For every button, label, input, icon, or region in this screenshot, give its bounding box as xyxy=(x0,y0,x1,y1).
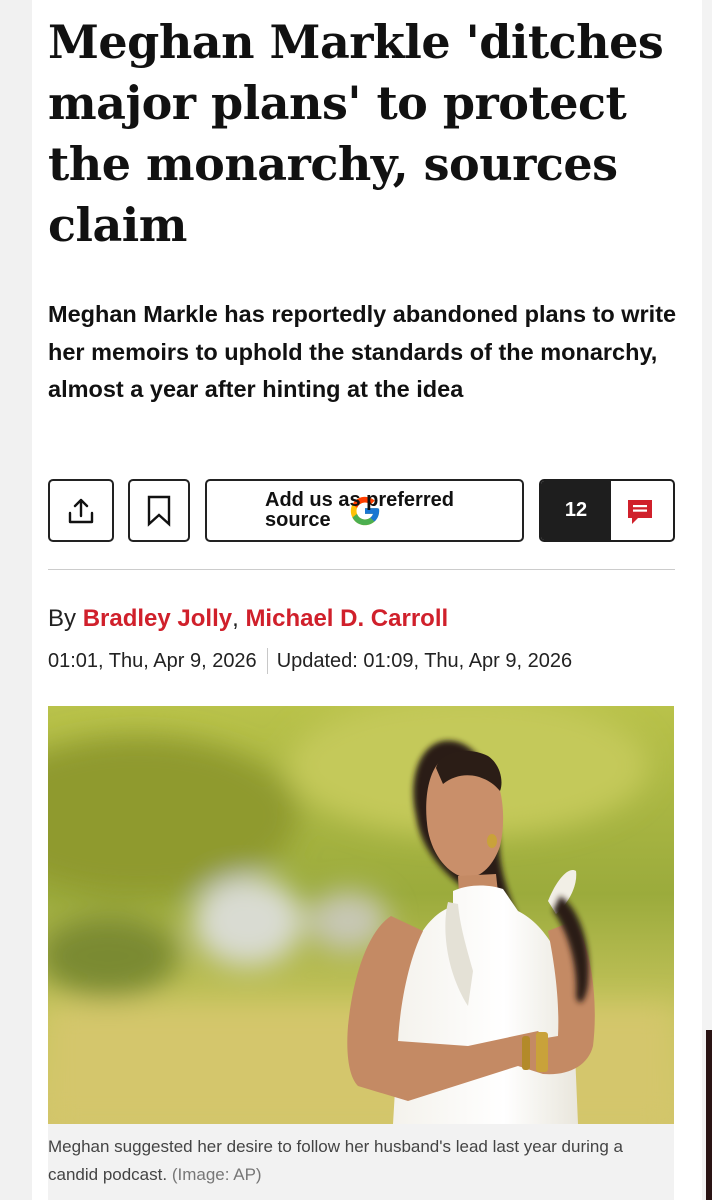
page-right-margin xyxy=(702,0,712,1200)
page-left-margin xyxy=(0,0,32,1200)
comments-button[interactable]: 12 xyxy=(539,479,675,542)
author-link-bradley-jolly[interactable]: Bradley Jolly xyxy=(83,605,232,632)
photo-caption: Meghan suggested her desire to follow he… xyxy=(48,1124,674,1200)
headline: Meghan Markle 'ditches major plans' to p… xyxy=(48,15,664,252)
share-icon xyxy=(68,498,94,523)
photo-illustration xyxy=(48,706,674,1124)
byline-prefix: By xyxy=(48,605,77,632)
published-date: 01:01, Thu, Apr 9, 2026 xyxy=(48,650,257,672)
comment-bubble-icon xyxy=(628,500,652,524)
author-link-michael-carroll[interactable]: Michael D. Carroll xyxy=(245,605,448,632)
divider xyxy=(48,569,675,570)
caption-text: Meghan suggested her desire to follow he… xyxy=(48,1137,623,1184)
byline-separator: , xyxy=(232,605,239,632)
bookmark-button[interactable] xyxy=(128,479,190,542)
preferred-source-label: Add us as preferred source xyxy=(265,489,454,531)
byline: By Bradley Jolly, Michael D. Carroll xyxy=(48,604,448,634)
comments-count: 12 xyxy=(541,481,611,540)
standfirst: Meghan Markle has reportedly abandoned p… xyxy=(48,301,677,402)
article-actions-bar: Add us as preferred source 12 xyxy=(48,479,675,545)
article-photo[interactable] xyxy=(48,706,674,1124)
share-button[interactable] xyxy=(48,479,114,542)
photo-credit: (Image: AP) xyxy=(171,1165,262,1184)
article: Meghan Markle 'ditches major plans' to p… xyxy=(32,0,702,1200)
edge-strip xyxy=(706,1030,712,1200)
bookmark-icon xyxy=(147,495,171,527)
preferred-source-button[interactable]: Add us as preferred source xyxy=(205,479,524,542)
date-separator xyxy=(266,648,268,674)
updated-date: Updated: 01:09, Thu, Apr 9, 2026 xyxy=(276,650,573,672)
article-dates: 01:01, Thu, Apr 9, 2026 Updated: 01:09, … xyxy=(48,648,572,674)
